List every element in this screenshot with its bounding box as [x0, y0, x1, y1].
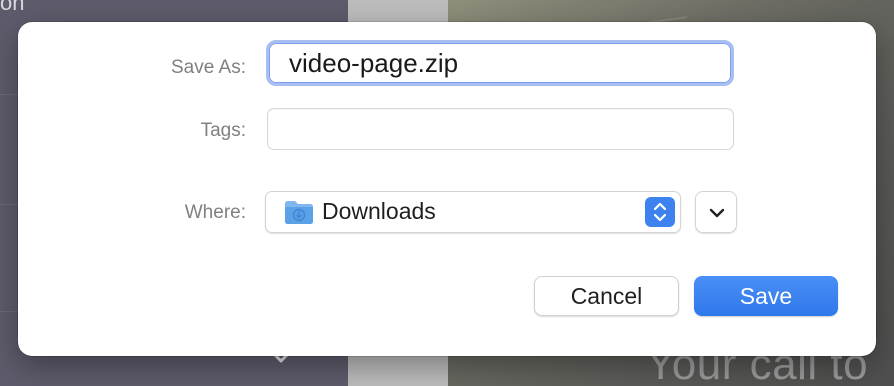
expand-dialog-button[interactable] — [695, 191, 737, 233]
save-as-field[interactable] — [266, 40, 734, 86]
tags-input[interactable] — [278, 115, 722, 145]
up-down-chevron-icon[interactable] — [645, 197, 675, 227]
chevron-down-icon — [709, 208, 725, 218]
cancel-button[interactable]: Cancel — [534, 276, 679, 316]
save-button[interactable]: Save — [694, 276, 838, 316]
save-as-input[interactable] — [289, 48, 709, 78]
background-text: on — [0, 0, 25, 15]
where-value: Downloads — [322, 198, 436, 224]
tags-label: Tags: — [200, 120, 246, 141]
save-as-label: Save As: — [171, 57, 246, 78]
where-label: Where: — [184, 202, 246, 223]
downloads-folder-icon — [285, 201, 313, 224]
where-popup-button[interactable]: Downloads — [265, 191, 681, 233]
tags-field[interactable] — [267, 108, 734, 150]
save-dialog: Save As: Tags: Where: Downloads Cancel S… — [18, 22, 876, 356]
